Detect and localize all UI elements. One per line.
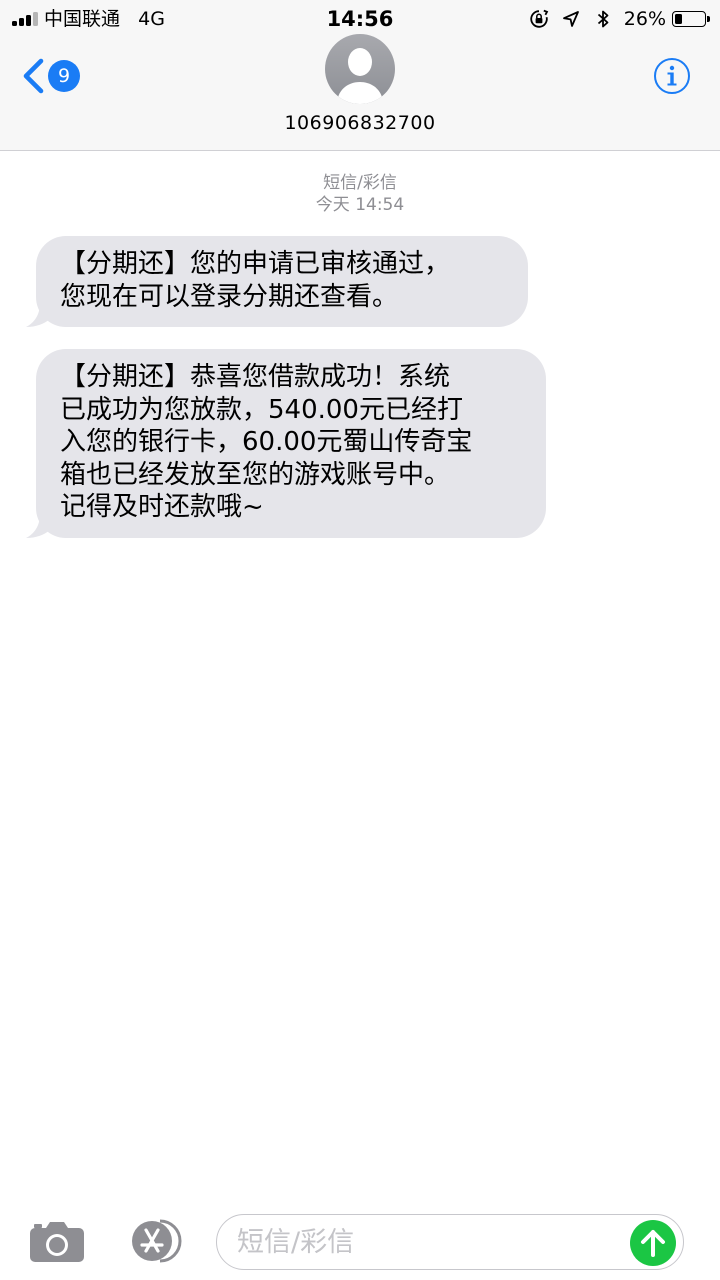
status-indicators: 26% xyxy=(528,6,710,32)
compose-bar xyxy=(0,1200,720,1280)
conversation-header: 中国联通 4G 14:56 26% 9 106906832700 xyxy=(0,0,720,151)
location-icon xyxy=(560,8,582,30)
bubble-tail xyxy=(26,513,56,538)
incoming-message-bubble[interactable]: 【分期还】恭喜您借款成功！系统 已成功为您放款，540.00元已经打 入您的银行… xyxy=(26,349,546,538)
message-input[interactable] xyxy=(237,1223,617,1261)
camera-icon xyxy=(30,1222,84,1262)
battery-percent: 26% xyxy=(623,8,666,30)
message-thread[interactable]: 短信/彩信 今天 14:54 【分期还】您的申请已审核通过， 您现在可以登录分期… xyxy=(0,150,720,1200)
arrow-up-icon xyxy=(641,1230,665,1257)
incoming-message-bubble[interactable]: 【分期还】您的申请已审核通过， 您现在可以登录分期还查看。 xyxy=(26,236,528,327)
message-text: 【分期还】您的申请已审核通过， 您现在可以登录分期还查看。 xyxy=(60,249,451,312)
battery-level-fill xyxy=(675,14,683,24)
message-type-label: 短信/彩信 xyxy=(323,173,397,193)
unread-count-badge: 9 xyxy=(48,60,80,92)
contact-avatar xyxy=(325,34,395,104)
info-icon xyxy=(654,58,690,94)
message-field xyxy=(216,1214,684,1270)
thread-meta: 短信/彩信 今天 14:54 xyxy=(0,172,720,216)
person-silhouette-icon xyxy=(337,48,383,104)
bubble-tail xyxy=(26,303,56,327)
message-timestamp: 今天 14:54 xyxy=(315,195,405,215)
send-button[interactable] xyxy=(630,1220,676,1266)
contact-name: 106906832700 xyxy=(284,112,436,134)
info-button[interactable] xyxy=(653,57,691,95)
camera-button[interactable] xyxy=(28,1220,86,1264)
back-button[interactable]: 9 xyxy=(20,58,90,94)
app-store-button[interactable] xyxy=(122,1218,184,1264)
rotation-lock-icon xyxy=(528,8,550,30)
chevron-left-icon xyxy=(23,58,44,94)
bluetooth-icon xyxy=(592,8,614,30)
message-text: 【分期还】恭喜您借款成功！系统 已成功为您放款，540.00元已经打 入您的银行… xyxy=(60,362,473,522)
battery-icon xyxy=(672,11,710,27)
app-store-icon xyxy=(132,1219,182,1263)
